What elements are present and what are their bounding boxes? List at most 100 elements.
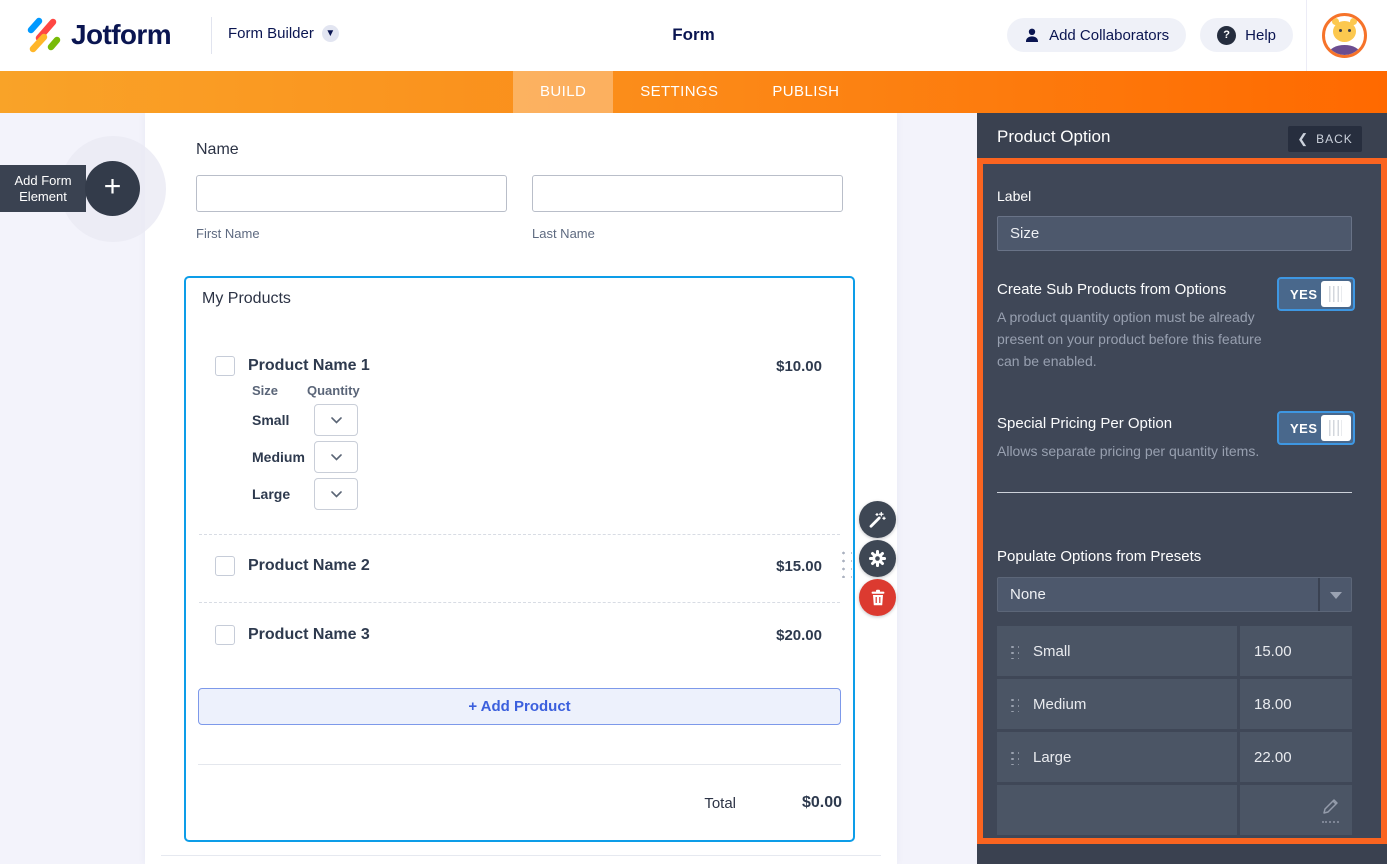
special-pricing-label: Special Pricing Per Option	[997, 415, 1173, 432]
option-medium-label: Medium	[252, 449, 305, 465]
help-label: Help	[1245, 26, 1276, 44]
product-1-checkbox[interactable]	[215, 356, 235, 376]
last-name-sublabel: Last Name	[532, 226, 595, 241]
wizard-button[interactable]	[859, 501, 896, 538]
product-2-checkbox[interactable]	[215, 556, 235, 576]
sub-products-toggle[interactable]: YES	[1277, 277, 1355, 311]
builder-navbar: BUILD SETTINGS PUBLISH	[0, 71, 1387, 113]
panel-divider	[997, 492, 1352, 493]
first-name-sublabel: First Name	[196, 226, 260, 241]
product-option-panel: Product Option ❮ BACK Label Create Sub P…	[977, 113, 1387, 864]
product-2-price: $15.00	[776, 558, 822, 575]
form-builder-menu[interactable]: Form Builder ▼	[228, 25, 339, 42]
quantity-select-large[interactable]	[314, 478, 358, 510]
sub-products-label: Create Sub Products from Options	[997, 281, 1227, 298]
product-3-name: Product Name 3	[248, 626, 370, 643]
presets-dropdown[interactable]: None	[997, 577, 1352, 612]
option-row-small[interactable]: Small	[997, 626, 1237, 676]
add-form-element-label: Add Form Element	[14, 172, 72, 204]
add-form-element-button[interactable]: Add Form Element	[0, 165, 86, 212]
option-price: 18.00	[1254, 695, 1292, 713]
toggle-state: YES	[1290, 287, 1318, 302]
product-2-name: Product Name 2	[248, 557, 370, 574]
add-collaborators-label: Add Collaborators	[1049, 26, 1170, 44]
option-col-size: Size	[252, 383, 279, 398]
help-button[interactable]: ? Help	[1200, 18, 1293, 52]
toggle-handle	[1321, 415, 1351, 441]
panel-title: Product Option	[997, 127, 1111, 146]
option-name: Small	[1033, 642, 1071, 660]
first-name-input[interactable]	[196, 175, 507, 212]
label-field-caption: Label	[997, 188, 1032, 204]
add-product-button[interactable]: + Add Product	[198, 688, 841, 725]
toggle-state: YES	[1290, 421, 1318, 436]
brand-name: Jotform	[71, 19, 172, 50]
option-price-small[interactable]: 15.00	[1240, 626, 1352, 676]
drag-grip-icon[interactable]	[1009, 749, 1019, 765]
breadcrumb-label: Form Builder	[228, 25, 314, 42]
option-row-medium[interactable]: Medium	[997, 679, 1237, 729]
option-price-large[interactable]: 22.00	[1240, 732, 1352, 782]
settings-button[interactable]	[859, 540, 896, 577]
header-divider	[211, 17, 212, 54]
option-row-new[interactable]	[997, 785, 1237, 835]
special-pricing-toggle[interactable]: YES	[1277, 411, 1355, 445]
products-field-selected[interactable]: My Products Product Name 1 $10.00 Size Q…	[184, 276, 855, 842]
back-button[interactable]: ❮ BACK	[1288, 126, 1362, 152]
quantity-select-medium[interactable]	[314, 441, 358, 473]
dropdown-caret-button[interactable]	[1318, 578, 1351, 611]
add-collaborators-button[interactable]: Add Collaborators	[1007, 18, 1187, 52]
builder-tabs: BUILD SETTINGS PUBLISH	[513, 71, 866, 113]
label-input[interactable]	[997, 216, 1352, 251]
toggle-handle	[1321, 281, 1351, 307]
sub-products-help: A product quantity option must be alread…	[997, 309, 1262, 369]
product-divider	[199, 534, 840, 535]
jotform-logo[interactable]: Jotform	[26, 16, 172, 54]
product-divider	[199, 602, 840, 603]
drag-handle-icon[interactable]	[839, 549, 852, 578]
person-icon	[1026, 28, 1039, 42]
chevron-down-icon	[330, 490, 342, 498]
drag-grip-icon[interactable]	[1009, 696, 1019, 712]
option-price-medium[interactable]: 18.00	[1240, 679, 1352, 729]
options-table: Small 15.00 Medium 18.00 Large 22.00	[997, 626, 1352, 835]
tab-settings[interactable]: SETTINGS	[613, 71, 745, 113]
product-3-checkbox[interactable]	[215, 625, 235, 645]
form-canvas: Name First Name Last Name My Products Pr…	[145, 113, 897, 864]
special-pricing-help: Allows separate pricing per quantity ite…	[997, 443, 1260, 459]
total-value: $0.00	[801, 794, 842, 811]
chevron-down-icon	[330, 416, 342, 424]
edit-pencil-button[interactable]	[1322, 798, 1339, 823]
option-col-quantity: Quantity	[307, 383, 360, 398]
avatar[interactable]	[1322, 13, 1367, 58]
presets-label: Populate Options from Presets	[997, 548, 1202, 565]
option-edit-cell[interactable]	[1240, 785, 1352, 835]
total-divider	[198, 764, 841, 765]
pencil-icon	[1323, 798, 1338, 814]
question-mark-icon: ?	[1217, 25, 1237, 45]
option-large-label: Large	[252, 486, 291, 502]
chevron-left-icon: ❮	[1297, 131, 1310, 146]
header-actions: Add Collaborators ? Help	[1007, 18, 1293, 52]
add-form-element-plus-button[interactable]: +	[85, 161, 140, 216]
caret-down-icon	[1330, 592, 1342, 599]
product-1-name: Product Name 1	[248, 357, 370, 374]
drag-grip-icon[interactable]	[1009, 643, 1019, 659]
header-separator	[1306, 0, 1307, 71]
option-row-large[interactable]: Large	[997, 732, 1237, 782]
jotform-form-builder: Jotform Form Builder ▼ Form Add Collabor…	[0, 0, 1387, 864]
quantity-select-small[interactable]	[314, 404, 358, 436]
option-price: 22.00	[1254, 748, 1292, 766]
option-name: Medium	[1033, 695, 1087, 713]
plus-icon: +	[103, 170, 122, 203]
chevron-down-icon	[330, 453, 342, 461]
total-label: Total	[704, 795, 736, 812]
last-name-input[interactable]	[532, 175, 843, 212]
presets-value: None	[1010, 586, 1046, 603]
tab-publish[interactable]: PUBLISH	[745, 71, 866, 113]
app-header: Jotform Form Builder ▼ Form Add Collabor…	[0, 0, 1387, 71]
magic-wand-icon	[869, 511, 886, 528]
delete-button[interactable]	[859, 579, 896, 616]
tab-build[interactable]: BUILD	[513, 71, 614, 113]
gear-icon	[869, 550, 886, 567]
